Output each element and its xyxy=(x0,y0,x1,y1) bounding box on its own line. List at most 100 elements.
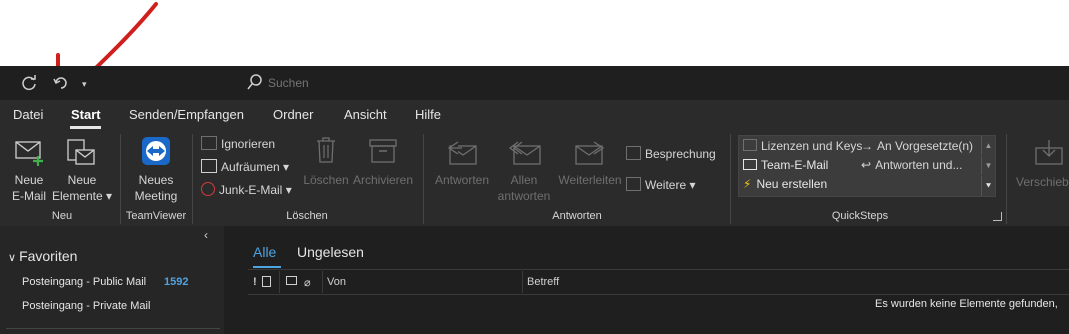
group-separator xyxy=(192,134,193,224)
forward-label: Weiterleiten xyxy=(558,173,622,187)
group-separator xyxy=(120,134,121,224)
empty-list-message: Es wurden keine Elemente gefunden, xyxy=(875,298,1058,310)
reply-all-button[interactable]: Allen antworten xyxy=(494,134,554,203)
calendar-icon xyxy=(626,146,641,160)
reply-label: Antworten xyxy=(434,173,490,187)
move-label: Verschieben xyxy=(1016,175,1069,189)
teamviewer-meeting-button[interactable]: Neues Meeting xyxy=(126,134,186,203)
group-separator xyxy=(1006,134,1007,224)
forward-button[interactable]: Weiterleiten xyxy=(556,134,624,202)
column-divider xyxy=(322,271,323,293)
tab-help[interactable]: Hilfe xyxy=(415,107,441,122)
ribbon-tabs: Datei Start Senden/Empfangen Ordner Ansi… xyxy=(0,100,1069,130)
main-area: ‹ ∨ Favoriten Posteingang - Public Mail 1… xyxy=(0,226,1069,334)
new-items-label: Neue Elemente ▾ xyxy=(51,173,113,203)
folder-item-public-inbox[interactable]: Posteingang - Public Mail 1592 xyxy=(22,276,202,288)
dialog-launcher-icon[interactable] xyxy=(993,212,1002,221)
archive-button[interactable]: Archivieren xyxy=(350,134,416,190)
reply-all-icon xyxy=(508,140,542,166)
attachment-column-icon[interactable]: ⌀ xyxy=(304,276,311,289)
quicksteps-expand[interactable]: ⯆ xyxy=(981,176,995,196)
column-divider xyxy=(522,271,523,293)
forward-icon xyxy=(574,140,606,166)
move-icon xyxy=(1034,138,1064,166)
undo-icon[interactable] xyxy=(52,74,70,92)
active-tab-underline xyxy=(70,126,101,129)
reply-all-label: Allen antworten xyxy=(497,173,551,203)
tab-file[interactable]: Datei xyxy=(13,107,43,122)
group-label-delete: Löschen xyxy=(286,210,328,222)
cleanup-button[interactable]: Aufräumen ▾ xyxy=(201,159,289,174)
importance-column-icon[interactable]: ! xyxy=(253,276,257,288)
tab-view[interactable]: Ansicht xyxy=(344,107,387,122)
junk-icon xyxy=(201,182,215,196)
group-separator xyxy=(423,134,424,224)
filter-unread[interactable]: Ungelesen xyxy=(297,244,364,260)
delete-button[interactable]: Löschen xyxy=(302,134,350,190)
lightning-icon: ⚡ xyxy=(743,177,752,191)
column-divider xyxy=(279,271,280,293)
new-email-label: Neue E-Mail xyxy=(11,173,46,203)
teamviewer-icon xyxy=(141,136,171,166)
group-label-quicksteps: QuickSteps xyxy=(831,210,889,222)
sync-icon[interactable] xyxy=(20,74,38,92)
new-items-button[interactable]: Neue Elemente ▾ xyxy=(50,134,114,203)
mail-list: Alle Ungelesen ! ⌀ Von Betreff Es wurden… xyxy=(226,226,1069,334)
column-header-bar xyxy=(248,269,1069,295)
trash-icon xyxy=(314,136,338,164)
new-email-button[interactable]: Neue E-Mail xyxy=(6,134,52,203)
meeting-button[interactable]: Besprechung xyxy=(626,146,716,161)
column-from[interactable]: Von xyxy=(327,276,346,288)
more-icon xyxy=(626,177,641,191)
quickstep-icon xyxy=(743,139,757,151)
column-subject[interactable]: Betreff xyxy=(527,276,559,288)
mail-icon xyxy=(743,159,757,170)
collapse-pane-icon[interactable]: ‹ xyxy=(204,228,208,242)
reply-icon xyxy=(446,140,478,166)
archive-label: Archivieren xyxy=(352,173,414,187)
quickstep-licenses[interactable]: Lizenzen und Keys xyxy=(743,139,862,153)
ribbon: Neue E-Mail Neue Elemente ▾ Neu Neues Meeti… xyxy=(0,130,1069,226)
unread-count-badge: 1592 xyxy=(164,276,189,288)
favorites-header[interactable]: ∨ Favoriten xyxy=(8,248,77,264)
move-button[interactable]: Verschieben xyxy=(1012,134,1069,202)
folder-pane: ‹ ∨ Favoriten Posteingang - Public Mail 1… xyxy=(0,226,224,334)
arrow-right-icon: → xyxy=(861,139,873,153)
reply-arrow-icon: ↩ xyxy=(861,158,872,172)
tab-send-receive[interactable]: Senden/Empfangen xyxy=(129,107,244,122)
junk-email-button[interactable]: Junk-E-Mail ▾ xyxy=(201,182,292,197)
filter-all[interactable]: Alle xyxy=(253,244,276,260)
customize-toolbar-icon[interactable]: ▾ xyxy=(82,79,87,90)
folder-item-private-inbox[interactable]: Posteingang - Private Mail xyxy=(22,300,150,312)
quicksteps-scroll-down[interactable]: ▼ xyxy=(981,156,995,175)
search-input[interactable] xyxy=(268,72,648,94)
filter-all-underline xyxy=(253,266,281,268)
group-separator xyxy=(730,134,731,224)
group-label-teamviewer: TeamViewer xyxy=(125,210,187,222)
archive-icon xyxy=(369,138,397,164)
reminder-column-icon[interactable] xyxy=(286,276,297,285)
new-items-icon xyxy=(66,138,98,168)
group-label-respond: Antworten xyxy=(552,210,602,222)
teamviewer-meeting-label: Neues Meeting xyxy=(134,173,178,203)
tab-folder[interactable]: Ordner xyxy=(273,107,313,122)
tab-start[interactable]: Start xyxy=(71,107,101,122)
title-bar: ▾ xyxy=(0,66,1069,100)
ignore-icon xyxy=(201,136,217,150)
cleanup-icon xyxy=(201,159,217,173)
chevron-down-icon: ∨ xyxy=(8,252,17,264)
new-email-icon xyxy=(14,138,46,166)
item-type-column-icon[interactable] xyxy=(262,276,271,287)
more-respond-button[interactable]: Weitere ▾ xyxy=(626,177,696,192)
folder-divider xyxy=(6,328,220,329)
quickstep-reply-delete[interactable]: ↩ Antworten und... xyxy=(861,158,962,172)
quicksteps-scroll-up[interactable]: ▲ xyxy=(981,136,995,155)
delete-label: Löschen xyxy=(303,173,349,187)
reply-button[interactable]: Antworten xyxy=(430,134,494,202)
quickstep-to-manager[interactable]: → An Vorgesetzte(n) xyxy=(861,139,973,153)
quickstep-team-email[interactable]: Team-E-Mail xyxy=(743,158,828,172)
quicksteps-gallery: Lizenzen und Keys Team-E-Mail ⚡ Neu erste… xyxy=(738,135,996,197)
quickstep-create-new[interactable]: ⚡ Neu erstellen xyxy=(743,177,827,191)
ignore-button[interactable]: Ignorieren xyxy=(201,136,275,151)
search-icon xyxy=(246,73,264,91)
